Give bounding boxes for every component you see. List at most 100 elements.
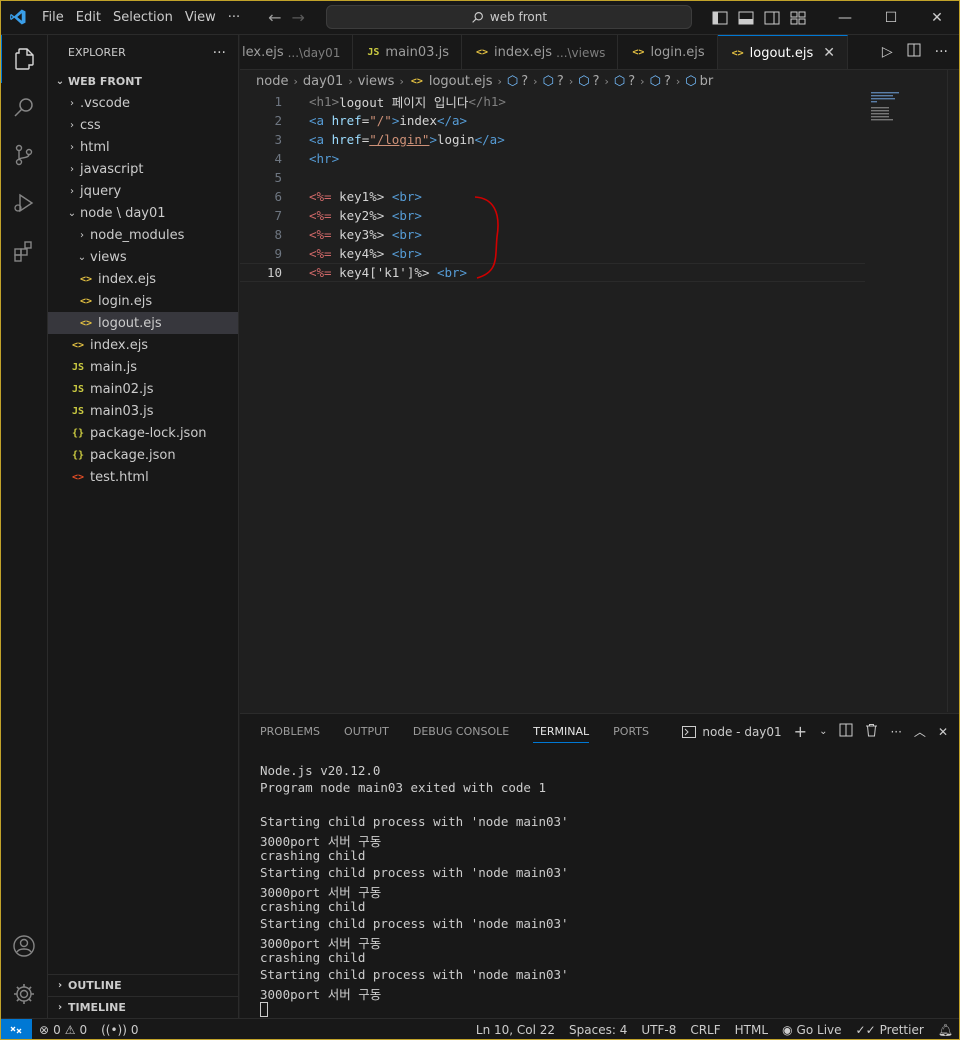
language-mode[interactable]: HTML (728, 1023, 775, 1037)
tab-index-ejs-views[interactable]: <> index.ejs ...\views (462, 35, 619, 69)
indentation[interactable]: Spaces: 4 (562, 1023, 634, 1037)
tree-item-node-modules[interactable]: › node_modules (48, 224, 238, 246)
maximize-button[interactable]: ☐ (868, 0, 914, 35)
title-bar: File Edit Selection View ··· ← → web fro… (0, 0, 960, 35)
tree-item-package-lock-json[interactable]: {} package-lock.json (48, 422, 238, 444)
run-icon[interactable]: ▷ (882, 44, 893, 60)
tab-logout-ejs[interactable]: <> logout.ejs ✕ (717, 35, 848, 69)
forward-arrow-icon[interactable]: → (292, 8, 305, 27)
tab-terminal[interactable]: TERMINAL (533, 725, 590, 743)
tree-item-package-json[interactable]: {} package.json (48, 444, 238, 466)
activity-bar (0, 35, 48, 1018)
menu-more[interactable]: ··· (222, 0, 246, 35)
encoding[interactable]: UTF-8 (634, 1023, 683, 1037)
source-control-icon[interactable] (0, 131, 48, 179)
tree-item-node-day01[interactable]: ⌄ node \ day01 (48, 202, 238, 224)
tab-debug-console[interactable]: DEBUG CONSOLE (413, 725, 509, 738)
search-icon[interactable] (0, 83, 48, 131)
cursor-position[interactable]: Ln 10, Col 22 (469, 1023, 562, 1037)
new-terminal-icon[interactable]: + (794, 722, 807, 741)
end-of-line[interactable]: CRLF (683, 1023, 727, 1037)
tree-item-main-js[interactable]: JS main.js (48, 356, 238, 378)
menu-file[interactable]: File (36, 0, 70, 35)
breadcrumb-symbol-2[interactable]: ? (557, 74, 564, 89)
tree-item-main03-js[interactable]: JS main03.js (48, 400, 238, 422)
problems-status[interactable]: ⊗ 0 ⚠ 0 (32, 1023, 94, 1037)
js-file-icon: JS (71, 361, 85, 373)
ports-status[interactable]: ((•)) 0 (94, 1023, 145, 1037)
minimap[interactable] (871, 92, 901, 122)
command-center-search[interactable]: web front (326, 5, 692, 29)
settings-gear-icon[interactable] (0, 970, 48, 1018)
more-actions-icon[interactable]: ··· (935, 44, 948, 60)
terminal-selector[interactable]: node - day01 (682, 725, 782, 739)
go-live-button[interactable]: ◉ Go Live (775, 1023, 848, 1037)
tab-login-ejs[interactable]: <> login.ejs (618, 35, 718, 69)
tree-item-html[interactable]: › html (48, 136, 238, 158)
tree-item-logout-ejs[interactable]: <> logout.ejs (48, 312, 238, 334)
explorer-icon[interactable] (0, 35, 48, 83)
back-arrow-icon[interactable]: ← (268, 8, 281, 27)
timeline-section[interactable]: › TIMELINE (48, 996, 238, 1018)
tree-item-test-html[interactable]: <> test.html (48, 466, 238, 488)
breadcrumb-br[interactable]: br (700, 74, 714, 89)
toggle-secondary-sidebar-icon[interactable] (764, 11, 780, 25)
tree-item-main02-js[interactable]: JS main02.js (48, 378, 238, 400)
tree-item-views[interactable]: ⌄ views (48, 246, 238, 268)
workspace-root[interactable]: ⌄ WEB FRONT (48, 70, 238, 92)
ejs-file-icon: <> (79, 295, 93, 307)
trash-icon[interactable] (865, 723, 878, 740)
close-panel-icon[interactable]: ✕ (938, 725, 948, 739)
outline-section[interactable]: › OUTLINE (48, 974, 238, 996)
menu-edit[interactable]: Edit (70, 0, 107, 35)
symbol-icon: ⬡ (685, 73, 697, 89)
breadcrumb-day01[interactable]: day01 (303, 74, 343, 89)
breadcrumb-symbol-4[interactable]: ? (628, 74, 635, 89)
split-editor-icon[interactable] (907, 43, 921, 61)
toggle-sidebar-icon[interactable] (712, 11, 728, 25)
maximize-panel-icon[interactable]: ︿ (914, 723, 926, 740)
customize-layout-icon[interactable] (790, 11, 806, 25)
editor-scrollbar[interactable] (947, 70, 960, 712)
tab-main03-js[interactable]: JS main03.js (353, 35, 462, 69)
split-terminal-icon[interactable] (839, 723, 853, 740)
breadcrumb-symbol-1[interactable]: ? (521, 74, 528, 89)
chevron-right-icon: › (399, 74, 404, 88)
code-editor[interactable]: 1 <h1> logout 페이지 입니다 </h1> 2 <a href = "/" >… (240, 92, 947, 712)
breadcrumb-symbol-3[interactable]: ? (593, 74, 600, 89)
notifications-bell-icon[interactable]: 🔔︎ (931, 1023, 960, 1037)
explorer-more-button[interactable]: ··· (213, 45, 226, 61)
breadcrumb-views[interactable]: views (358, 74, 395, 89)
close-window-button[interactable]: ✕ (914, 0, 960, 35)
tab-problems[interactable]: PROBLEMS (260, 725, 320, 738)
tab-index-ejs-day01[interactable]: lex.ejs ...\day01 (240, 35, 354, 69)
terminal-output[interactable]: Node.js v20.12.0 Program node main03 exi… (240, 749, 960, 1018)
terminal-line: 3000port 서버 구동 (260, 987, 382, 1002)
menu-selection[interactable]: Selection (107, 0, 179, 35)
run-debug-icon[interactable] (0, 179, 48, 227)
minimize-button[interactable]: — (822, 0, 868, 35)
tree-item-vscode[interactable]: › .vscode (48, 92, 238, 114)
tree-item-index-ejs[interactable]: <> index.ejs (48, 334, 238, 356)
tree-item-css[interactable]: › css (48, 114, 238, 136)
chevron-down-icon[interactable]: ⌄ (819, 726, 827, 737)
toggle-panel-icon[interactable] (738, 11, 754, 25)
tab-ports[interactable]: PORTS (613, 725, 649, 738)
tab-output[interactable]: OUTPUT (344, 725, 389, 738)
prettier-button[interactable]: ✓✓ Prettier (849, 1023, 931, 1037)
extensions-icon[interactable] (0, 227, 48, 275)
close-icon[interactable]: ✕ (823, 45, 835, 61)
terminal-line: 3000port 서버 구동 (260, 936, 382, 951)
remote-indicator-icon[interactable] (0, 1018, 32, 1040)
menu-view[interactable]: View (179, 0, 222, 35)
breadcrumb-file[interactable]: logout.ejs (429, 74, 493, 89)
tree-item-views-index-ejs[interactable]: <> index.ejs (48, 268, 238, 290)
breadcrumb-symbol-5[interactable]: ? (664, 74, 671, 89)
tree-item-javascript[interactable]: › javascript (48, 158, 238, 180)
tree-item-login-ejs[interactable]: <> login.ejs (48, 290, 238, 312)
breadcrumb-node[interactable]: node (256, 74, 288, 89)
tree-item-jquery[interactable]: › jquery (48, 180, 238, 202)
accounts-icon[interactable] (0, 922, 48, 970)
terminal-line: crashing child (260, 848, 366, 863)
more-actions-icon[interactable]: ··· (890, 725, 901, 739)
